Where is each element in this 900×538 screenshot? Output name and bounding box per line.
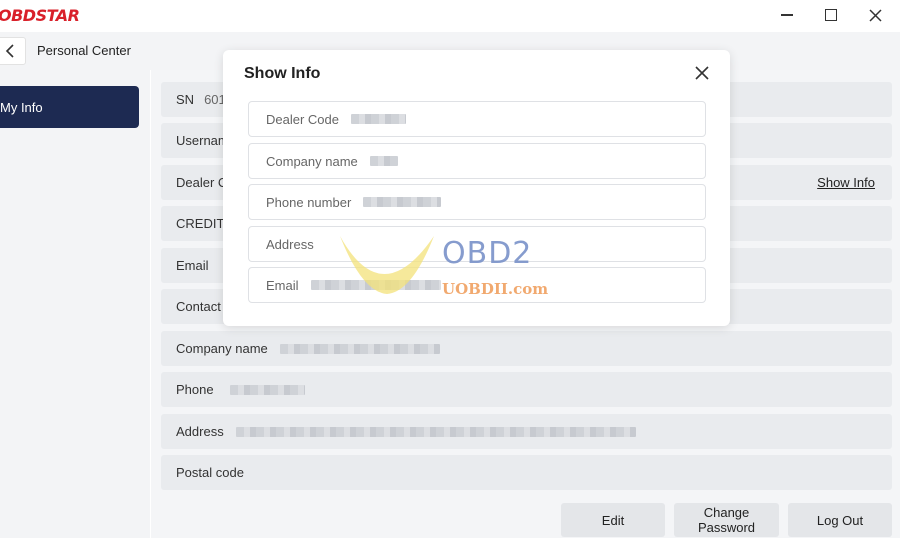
sidebar-item-my-info[interactable]: My Info: [0, 86, 139, 128]
redacted-value: [351, 114, 406, 124]
back-button[interactable]: [0, 37, 26, 65]
dealer-code-field: Dealer Code: [248, 101, 706, 137]
log-out-button[interactable]: Log Out: [788, 503, 892, 537]
field-label: Email: [266, 277, 299, 293]
row-label: Phone: [176, 382, 214, 397]
maximize-button[interactable]: [817, 4, 845, 26]
minimize-button[interactable]: [773, 4, 801, 26]
redacted-value: [235, 426, 636, 437]
address-field: Address: [248, 226, 706, 262]
phone-number-field: Phone number: [248, 184, 706, 220]
email-field: Email: [248, 267, 706, 303]
close-icon: [868, 8, 882, 22]
row-label: Contact: [176, 299, 221, 314]
show-info-dialog: Show Info Dealer Code Company name Phone…: [223, 50, 730, 326]
info-row-postal-code: Postal code: [161, 455, 892, 490]
title-bar: OBDSTAR: [0, 0, 900, 32]
info-row-phone: Phone: [161, 372, 892, 407]
info-row-company-name: Company name: [161, 331, 892, 366]
redacted-value: [369, 156, 398, 166]
field-label: Company name: [266, 153, 358, 169]
company-name-field: Company name: [248, 143, 706, 179]
sidebar: My Info: [0, 70, 150, 538]
field-label: Phone number: [266, 194, 352, 210]
page-title: Personal Center: [37, 43, 131, 58]
row-label: SN: [176, 92, 195, 107]
edit-button[interactable]: Edit: [561, 503, 665, 537]
row-label: Postal code: [176, 465, 244, 480]
chevron-left-icon: [5, 44, 14, 58]
field-label: Dealer Code: [266, 111, 339, 127]
close-window-button[interactable]: [861, 4, 889, 26]
app-logo: OBDSTAR: [0, 6, 80, 25]
maximize-icon: [825, 9, 837, 21]
row-label: Address: [176, 424, 224, 439]
show-info-link[interactable]: Show Info: [817, 175, 875, 190]
field-label: Address: [266, 236, 314, 252]
minimize-icon: [781, 14, 793, 16]
row-label: Usernam: [176, 133, 229, 148]
info-row-address: Address: [161, 414, 892, 449]
row-label: Company name: [176, 341, 268, 356]
change-password-button[interactable]: Change Password: [674, 503, 779, 537]
redacted-value: [363, 197, 442, 207]
redacted-value: [310, 280, 441, 290]
redacted-value: [229, 384, 305, 395]
sidebar-item-label: My Info: [0, 99, 43, 115]
close-icon[interactable]: [693, 64, 711, 82]
row-label: Email: [176, 258, 209, 273]
dialog-title: Show Info: [244, 65, 321, 82]
redacted-value: [279, 343, 440, 354]
row-label: Dealer C: [176, 175, 228, 190]
